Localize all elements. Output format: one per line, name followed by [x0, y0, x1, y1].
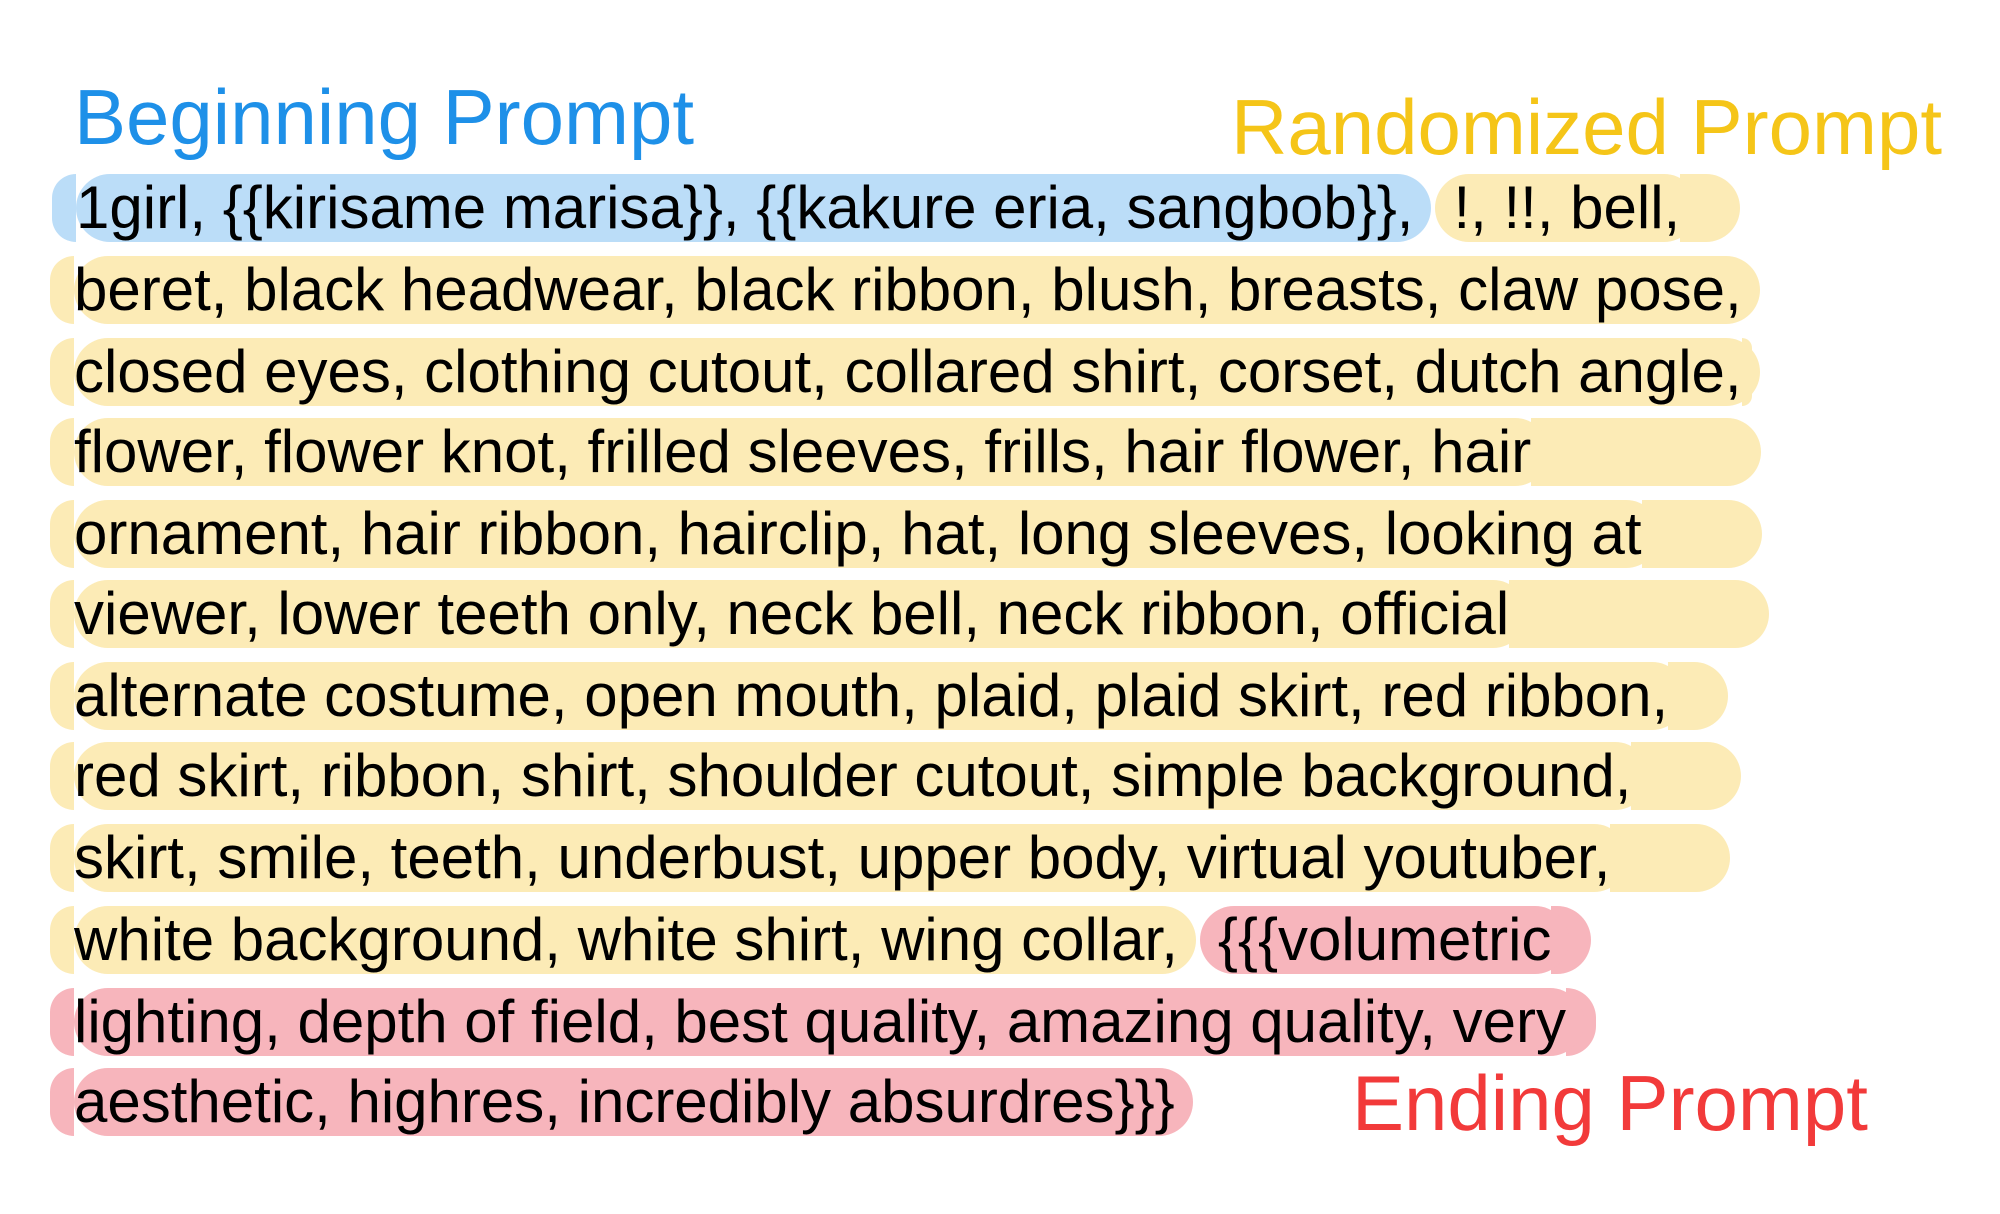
prompt-line: ornament, hair ribbon, hairclip, hat, lo…	[50, 500, 1762, 568]
ending-prompt-segment: lighting, depth of field, best quality, …	[50, 988, 1584, 1056]
randomized-prompt-segment: viewer, lower teeth only, neck bell, nec…	[49, 580, 1528, 648]
randomized-prompt-label: Randomized Prompt	[1231, 83, 1942, 171]
prompt-line: 1girl, {{kirisame marisa}}, {{kakure eri…	[51, 174, 1741, 242]
randomized-highlight-tail	[1610, 824, 1731, 892]
prompt-line: lighting, depth of field, best quality, …	[50, 988, 1596, 1056]
prompt-line: beret, black headwear, black ribbon, blu…	[50, 256, 1764, 324]
randomized-prompt-segment: closed eyes, clothing cutout, collared s…	[50, 338, 1760, 406]
prompt-line: red skirt, ribbon, shirt, shoulder cutou…	[49, 742, 1742, 810]
randomized-prompt-segment: ornament, hair ribbon, hairclip, hat, lo…	[50, 500, 1660, 568]
randomized-prompt-segment: !, !!, bell,	[1435, 174, 1699, 242]
ending-prompt-segment: {{{volumetric	[1199, 906, 1570, 974]
randomized-prompt-segment: skirt, smile, teeth, underbust, upper bo…	[49, 824, 1629, 892]
randomized-prompt-segment: flower, flower knot, frilled sleeves, fr…	[49, 418, 1550, 486]
prompt-line: alternate costume, open mouth, plaid, pl…	[49, 662, 1729, 730]
randomized-prompt-segment: white background, white shirt, wing coll…	[50, 906, 1196, 974]
beginning-prompt-label: Beginning Prompt	[74, 73, 695, 161]
prompt-line: skirt, smile, teeth, underbust, upper bo…	[49, 824, 1731, 892]
ending-prompt-label: Ending Prompt	[1352, 1059, 1868, 1147]
randomized-prompt-segment: red skirt, ribbon, shirt, shoulder cutou…	[49, 742, 1650, 810]
prompt-line: aesthetic, highres, incredibly absurdres…	[50, 1068, 1197, 1136]
beginning-prompt-segment: 1girl, {{kirisame marisa}}, {{kakure eri…	[51, 174, 1432, 242]
randomized-highlight-tail	[1641, 500, 1762, 568]
randomized-prompt-segment: alternate costume, open mouth, plaid, pl…	[49, 662, 1687, 730]
randomized-prompt-segment: beret, black headwear, black ribbon, blu…	[50, 256, 1760, 324]
prompt-line: viewer, lower teeth only, neck bell, nec…	[49, 580, 1770, 648]
prompt-line: flower, flower knot, frilled sleeves, fr…	[49, 418, 1762, 486]
randomized-highlight-tail	[1509, 580, 1770, 648]
ending-prompt-segment: aesthetic, highres, incredibly absurdres…	[50, 1068, 1193, 1136]
randomized-highlight-tail	[1531, 418, 1762, 486]
prompt-line: white background, white shirt, wing coll…	[50, 906, 1592, 974]
prompt-line: closed eyes, clothing cutout, collared s…	[50, 338, 1760, 406]
